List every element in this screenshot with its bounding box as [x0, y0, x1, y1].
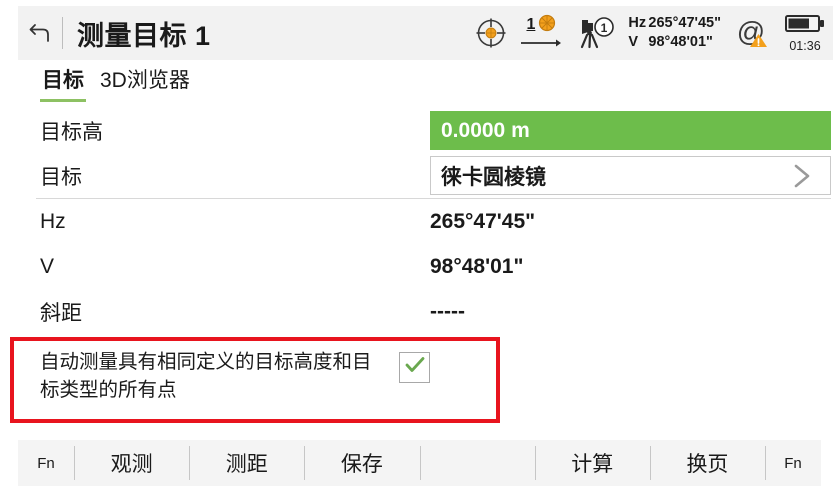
value-v: 98°48'01": [430, 254, 524, 278]
device-screen: 测量目标 1 1 1 Hz 265°47'45" V 98°48'01" @ 0…: [0, 0, 839, 503]
target-value: 徕卡圆棱镜: [441, 165, 546, 189]
fn-right-button[interactable]: Fn: [765, 440, 821, 486]
highlight-annotation-box: 自动测量具有相同定义的目标高度和目标类型的所有点: [10, 337, 500, 423]
label-slope-distance: 斜距: [40, 301, 82, 325]
hz-value: 265°47'45": [648, 14, 721, 31]
tab-target[interactable]: 目标: [40, 62, 86, 102]
value-hz: 265°47'45": [430, 209, 536, 233]
form-row-v: V 98°48'01": [0, 244, 839, 289]
tab-3d-viewer[interactable]: 3D浏览器: [98, 62, 192, 102]
v-value: 98°48'01": [648, 34, 713, 50]
at-sign-warning-icon[interactable]: @: [737, 16, 771, 50]
angle-readout: Hz 265°47'45" V 98°48'01": [628, 14, 721, 52]
total-station-icon[interactable]: 1: [574, 16, 616, 50]
auto-measure-option-row[interactable]: 自动测量具有相同定义的目标高度和目标类型的所有点: [14, 341, 496, 419]
back-arrow-icon: [28, 22, 52, 44]
back-button[interactable]: [18, 6, 62, 60]
empty-slot-button[interactable]: [419, 440, 535, 486]
svg-text:1: 1: [601, 21, 608, 35]
save-button[interactable]: 保存: [304, 440, 419, 486]
status-bar: 1 1 Hz 265°47'45" V 98°48'01" @ 01:36: [462, 6, 833, 60]
v-label: V: [628, 34, 639, 50]
battery-indicator[interactable]: 01:36: [785, 14, 825, 53]
direction-arrow-icon: [520, 36, 562, 52]
form-row-target: 目标 徕卡圆棱镜: [0, 153, 839, 198]
app-header: 测量目标 1 1 1 Hz 265°47'45" V 98°48'01" @ 0…: [18, 6, 833, 60]
prism-count-label: 1: [526, 16, 536, 33]
measurement-form: 目标高 0.0000 m 目标 徕卡圆棱镜 Hz 265°47'45" V 98…: [0, 108, 839, 334]
label-target-height: 目标高: [40, 120, 103, 144]
page-change-button[interactable]: 换页: [649, 440, 765, 486]
checkmark-icon: [404, 355, 426, 380]
chevron-right-icon[interactable]: [788, 161, 830, 191]
distance-button[interactable]: 测距: [189, 440, 304, 486]
form-row-target-height: 目标高 0.0000 m: [0, 108, 839, 153]
battery-icon: [785, 14, 825, 37]
target-height-input[interactable]: 0.0000 m: [430, 111, 831, 150]
label-target: 目标: [40, 165, 82, 189]
form-row-slope-distance: 斜距 -----: [0, 289, 839, 334]
label-v: V: [40, 254, 55, 278]
target-select[interactable]: 徕卡圆棱镜: [430, 156, 831, 195]
label-hz: Hz: [40, 209, 66, 233]
prism-icon: [538, 14, 556, 36]
value-slope-distance: -----: [430, 299, 465, 323]
auto-measure-option-label: 自动测量具有相同定义的目标高度和目标类型的所有点: [40, 351, 372, 401]
bottom-toolbar: Fn 观测 测距 保存 计算 换页 Fn: [18, 440, 821, 486]
page-title: 测量目标 1: [77, 20, 211, 51]
crosshair-target-icon[interactable]: [474, 16, 508, 50]
target-height-value: 0.0000 m: [441, 118, 530, 142]
calculate-button[interactable]: 计算: [534, 440, 650, 486]
auto-measure-checkbox[interactable]: [399, 352, 430, 383]
observe-button[interactable]: 观测: [74, 440, 189, 486]
form-row-hz: Hz 265°47'45": [0, 199, 839, 244]
fn-left-button[interactable]: Fn: [18, 440, 74, 486]
hz-label: Hz: [628, 14, 647, 31]
battery-time-label: 01:36: [789, 38, 821, 53]
prism-target-indicator[interactable]: 1: [520, 14, 562, 52]
tab-bar: 目标 3D浏览器: [40, 62, 192, 102]
